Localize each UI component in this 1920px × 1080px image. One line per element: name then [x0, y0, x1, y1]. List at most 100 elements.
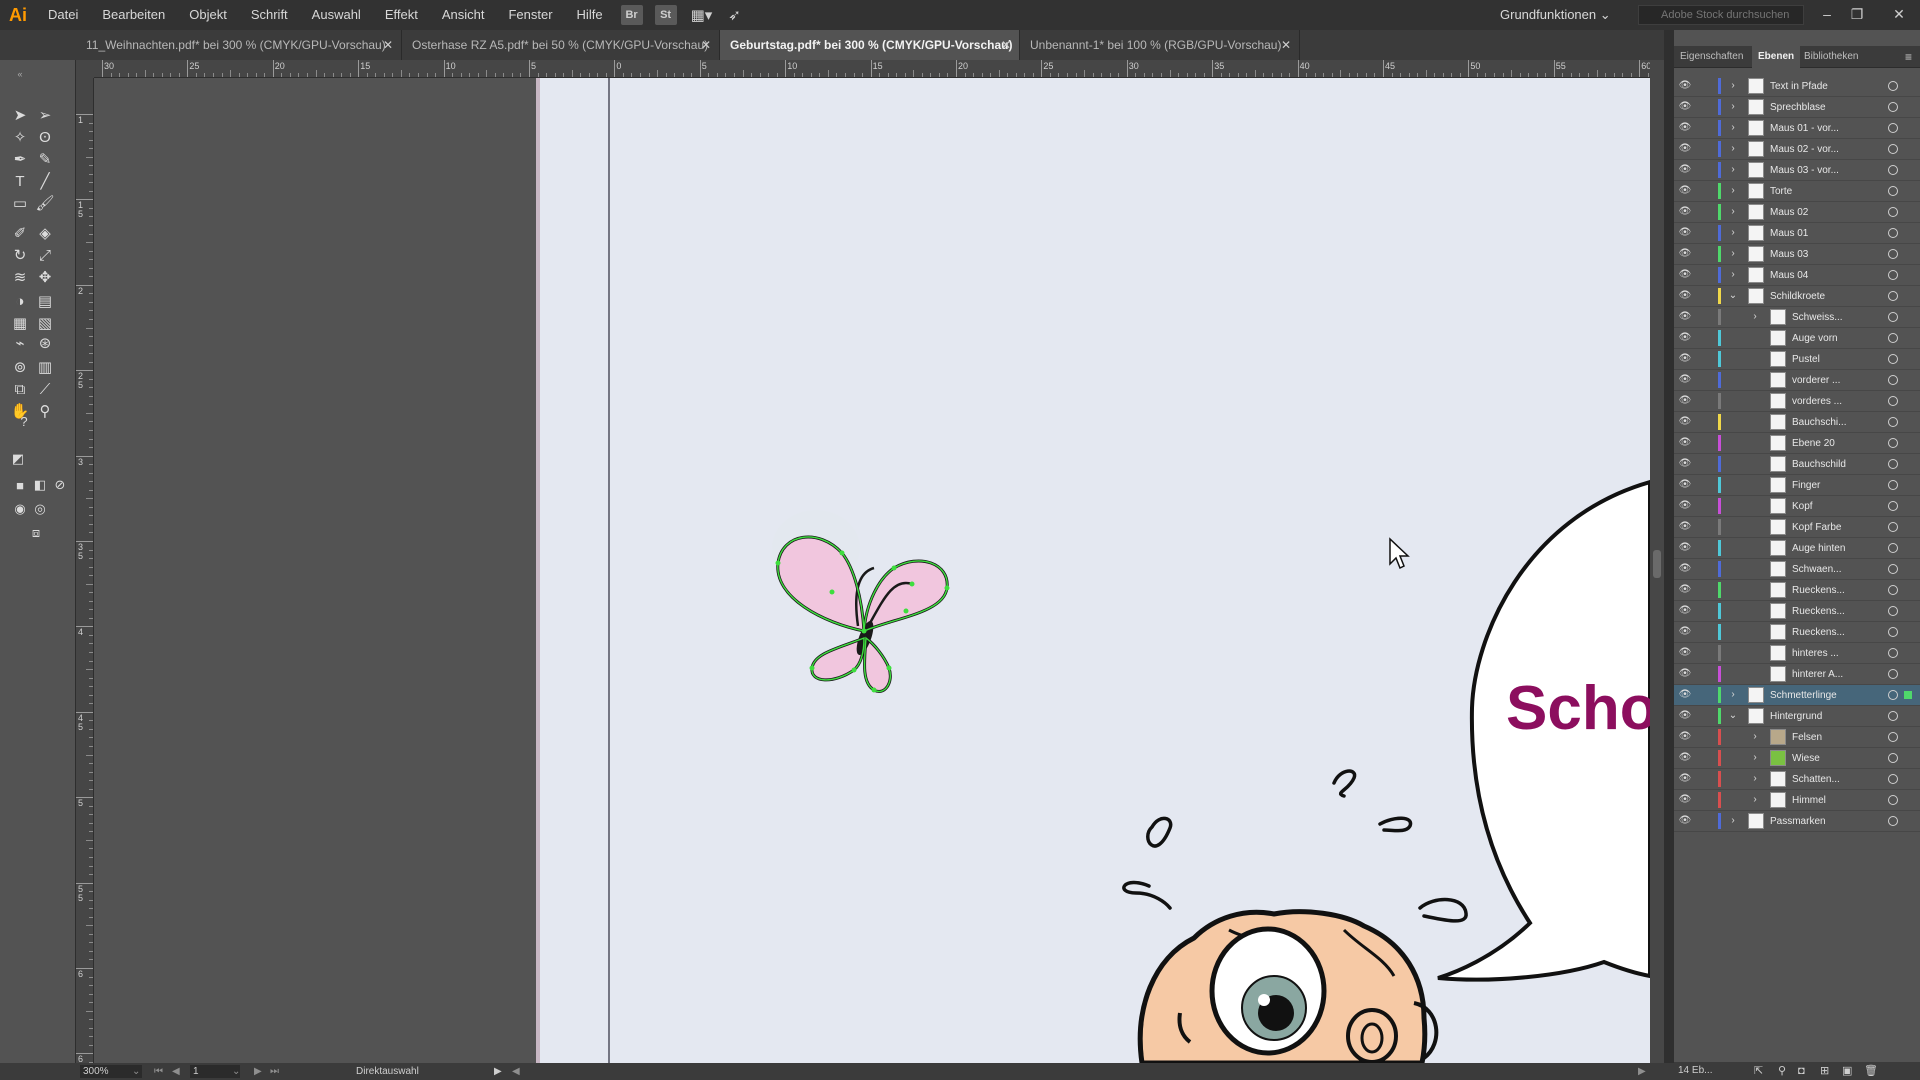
lock-toggle[interactable] [1698, 793, 1712, 807]
collapse-arrows-icon[interactable]: « [8, 69, 32, 79]
visibility-eye-icon[interactable]: 👁 [1678, 730, 1692, 744]
restore-icon[interactable]: ❐ [1842, 0, 1872, 30]
stock-button[interactable]: St [654, 5, 677, 25]
visibility-eye-icon[interactable]: 👁 [1678, 436, 1692, 450]
target-circle-icon[interactable] [1888, 438, 1898, 448]
panel-tab-ebenen[interactable]: Ebenen [1752, 46, 1801, 68]
visibility-eye-icon[interactable]: 👁 [1678, 100, 1692, 114]
lock-toggle[interactable] [1698, 289, 1712, 303]
visibility-eye-icon[interactable]: 👁 [1678, 520, 1692, 534]
visibility-eye-icon[interactable]: 👁 [1678, 772, 1692, 786]
menu-fenster[interactable]: Fenster [496, 0, 564, 30]
document-tab[interactable]: 11_Weihnachten.pdf* bei 300 % (CMYK/GPU-… [76, 30, 402, 60]
new-layer-icon[interactable]: ▣ [1842, 1062, 1852, 1080]
layer-row[interactable]: 👁 › Maus 04 [1674, 265, 1920, 286]
visibility-eye-icon[interactable]: 👁 [1678, 499, 1692, 513]
target-circle-icon[interactable] [1888, 417, 1898, 427]
visibility-eye-icon[interactable]: 👁 [1678, 646, 1692, 660]
layer-row[interactable]: 👁 Rueckens... [1674, 580, 1920, 601]
vertical-scrollbar[interactable] [1650, 60, 1664, 1063]
speech-bubble-text[interactable]: Scho [1506, 673, 1650, 744]
target-circle-icon[interactable] [1888, 522, 1898, 532]
chevron-right-icon[interactable]: › [1750, 310, 1760, 324]
selection-indicator[interactable] [1904, 691, 1912, 699]
target-circle-icon[interactable] [1888, 816, 1898, 826]
target-circle-icon[interactable] [1888, 270, 1898, 280]
artboard-tool-icon[interactable]: ⧉ [8, 378, 32, 400]
target-circle-icon[interactable] [1888, 690, 1898, 700]
layer-row[interactable]: 👁 › Sprechblase [1674, 97, 1920, 118]
lock-toggle[interactable] [1698, 184, 1712, 198]
close-icon[interactable]: ✕ [1884, 0, 1914, 30]
close-tab-icon[interactable]: ✕ [1281, 30, 1291, 60]
lock-toggle[interactable] [1698, 730, 1712, 744]
target-circle-icon[interactable] [1888, 186, 1898, 196]
target-circle-icon[interactable] [1888, 333, 1898, 343]
target-circle-icon[interactable] [1888, 564, 1898, 574]
lock-toggle[interactable] [1698, 814, 1712, 828]
lock-toggle[interactable] [1698, 79, 1712, 93]
target-circle-icon[interactable] [1888, 144, 1898, 154]
target-circle-icon[interactable] [1888, 354, 1898, 364]
canvas-area[interactable]: Scho [94, 78, 1650, 1063]
chevron-right-icon[interactable]: › [1728, 247, 1738, 261]
visibility-eye-icon[interactable]: 👁 [1678, 352, 1692, 366]
lock-toggle[interactable] [1698, 310, 1712, 324]
target-circle-icon[interactable] [1888, 732, 1898, 742]
visibility-eye-icon[interactable]: 👁 [1678, 667, 1692, 681]
target-circle-icon[interactable] [1888, 375, 1898, 385]
close-tab-icon[interactable]: ✕ [1001, 30, 1011, 60]
visibility-eye-icon[interactable]: 👁 [1678, 394, 1692, 408]
visibility-eye-icon[interactable]: 👁 [1678, 121, 1692, 135]
menu-objekt[interactable]: Objekt [177, 0, 239, 30]
export-icon[interactable]: ⇱ [1754, 1062, 1763, 1080]
visibility-eye-icon[interactable]: 👁 [1678, 310, 1692, 324]
visibility-eye-icon[interactable]: 👁 [1678, 751, 1692, 765]
scroll-left-icon[interactable]: ◀ [512, 1063, 520, 1080]
layer-row[interactable]: 👁 Rueckens... [1674, 622, 1920, 643]
chevron-right-icon[interactable]: › [1728, 121, 1738, 135]
chevron-right-icon[interactable]: › [1750, 751, 1760, 765]
target-circle-icon[interactable] [1888, 606, 1898, 616]
screen-mode-icon[interactable]: ⧈ [24, 522, 48, 544]
target-circle-icon[interactable] [1888, 543, 1898, 553]
layer-row[interactable]: 👁 › Torte [1674, 181, 1920, 202]
lock-toggle[interactable] [1698, 268, 1712, 282]
layer-row[interactable]: 👁 Finger [1674, 475, 1920, 496]
shaper-tool-icon[interactable]: ✐ [8, 222, 32, 244]
fill-stroke-swatch-icon[interactable]: ◩ [6, 448, 30, 470]
help-icon[interactable]: ? [12, 410, 36, 432]
visibility-eye-icon[interactable]: 👁 [1678, 268, 1692, 282]
layer-row[interactable]: 👁 Rueckens... [1674, 601, 1920, 622]
sweat-drops[interactable] [1122, 769, 1468, 923]
mesh-tool-icon[interactable]: ▦ [8, 312, 32, 334]
column-graph-tool-icon[interactable]: ▥ [33, 356, 57, 378]
visibility-eye-icon[interactable]: 👁 [1678, 562, 1692, 576]
layer-row[interactable]: 👁 Kopf [1674, 496, 1920, 517]
zoom-tool-icon[interactable]: ⚲ [33, 400, 57, 422]
paintbrush-tool-icon[interactable]: 🖌 [33, 192, 57, 214]
menu-bearbeiten[interactable]: Bearbeiten [90, 0, 177, 30]
gradient-tool-icon[interactable]: ▧ [33, 312, 57, 334]
target-circle-icon[interactable] [1888, 627, 1898, 637]
visibility-eye-icon[interactable]: 👁 [1678, 583, 1692, 597]
layer-row[interactable]: 👁 ⌄ Schildkroete [1674, 286, 1920, 307]
curvature-tool-icon[interactable]: ✎ [33, 148, 57, 170]
rectangle-tool-icon[interactable]: ▭ [8, 192, 32, 214]
layer-row[interactable]: 👁 › Maus 01 [1674, 223, 1920, 244]
visibility-eye-icon[interactable]: 👁 [1678, 457, 1692, 471]
new-sublayer-icon[interactable]: ⊞ [1820, 1062, 1829, 1080]
lock-toggle[interactable] [1698, 520, 1712, 534]
arrange-documents-icon[interactable]: ▦▾ [691, 6, 713, 24]
eyedropper-tool-icon[interactable]: ⌁ [8, 332, 32, 354]
blend-tool-icon[interactable]: ⊛ [33, 332, 57, 354]
locate-object-icon[interactable]: ⚲ [1778, 1062, 1786, 1080]
chevron-right-icon[interactable]: › [1728, 814, 1738, 828]
lock-toggle[interactable] [1698, 205, 1712, 219]
visibility-eye-icon[interactable]: 👁 [1678, 688, 1692, 702]
lock-toggle[interactable] [1698, 121, 1712, 135]
target-circle-icon[interactable] [1888, 81, 1898, 91]
visibility-eye-icon[interactable]: 👁 [1678, 625, 1692, 639]
menu-schrift[interactable]: Schrift [239, 0, 300, 30]
status-menu-icon[interactable]: ▶ [494, 1063, 502, 1080]
